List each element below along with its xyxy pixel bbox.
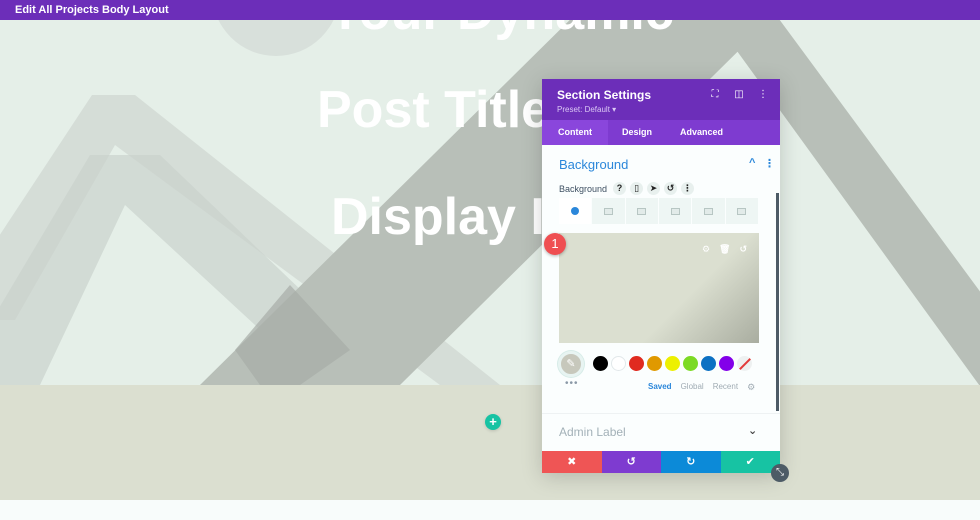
swatch-yellow[interactable] — [665, 356, 680, 371]
scrollbar[interactable] — [776, 193, 779, 411]
reset-icon[interactable]: ↺ — [664, 182, 678, 195]
modal-body: Background ^ ⋮ Background ? ▯ ➤ ↺ ⋮ ⚙ 🗑 … — [542, 145, 780, 450]
more-dots-icon[interactable]: ••• — [565, 378, 579, 389]
modal-header[interactable]: Section Settings Preset: Default ▾ ⛶ ◫ ⋮ — [542, 79, 780, 120]
tab-content[interactable]: Content — [542, 120, 608, 145]
swatch-orange[interactable] — [647, 356, 662, 371]
bg-tab-video[interactable] — [658, 198, 692, 224]
color-picker-button[interactable]: ✎ — [558, 351, 584, 377]
mask-icon — [737, 207, 747, 215]
resize-handle-icon[interactable]: ⤡ — [771, 464, 789, 482]
video-icon — [670, 207, 680, 215]
more-icon[interactable]: ⋮ — [681, 182, 695, 195]
paint-bucket-icon — [571, 207, 580, 215]
palette-tab-global[interactable]: Global — [681, 382, 704, 393]
pattern-icon — [703, 207, 713, 215]
modal-tabs: Content Design Advanced — [542, 120, 780, 145]
redo-button[interactable]: ↻ — [661, 451, 721, 473]
bg-tab-mask[interactable] — [725, 198, 758, 224]
background-field-label: Background — [559, 183, 608, 194]
swatch-purple[interactable] — [719, 356, 734, 371]
cancel-button[interactable]: ✖ — [542, 451, 602, 473]
lower-section[interactable] — [0, 385, 980, 500]
fullscreen-icon[interactable]: ⛶ — [710, 89, 720, 100]
bg-circle — [218, 20, 334, 56]
background-section-title[interactable]: Background — [559, 157, 628, 172]
palette-tabs: Saved Global Recent ⚙ — [648, 382, 755, 393]
admin-label-section[interactable]: Admin Label ⌄ — [542, 413, 780, 451]
plus-icon: + — [489, 414, 497, 429]
admin-label-title: Admin Label — [559, 425, 626, 439]
sidebar-icon[interactable]: ◫ — [734, 89, 744, 100]
add-row-button[interactable]: + — [485, 414, 501, 430]
trash-icon[interactable]: 🗑 — [719, 244, 730, 255]
hover-icon[interactable]: ➤ — [647, 182, 661, 195]
heading-line-2: Post Title — [317, 81, 551, 139]
tab-advanced[interactable]: Advanced — [666, 120, 737, 145]
layout-title: Edit All Projects Body Layout — [15, 4, 169, 16]
swatch-black[interactable] — [593, 356, 608, 371]
bg-tab-color[interactable] — [559, 198, 592, 224]
help-icon[interactable]: ? — [613, 182, 627, 195]
more-icon[interactable]: ⋮ — [758, 89, 768, 100]
undo-button[interactable]: ↺ — [601, 451, 661, 473]
swatch-blue[interactable] — [701, 356, 716, 371]
reset-icon[interactable]: ↺ — [739, 244, 747, 255]
builder-topbar: Edit All Projects Body Layout — [0, 0, 980, 20]
bg-tab-pattern[interactable] — [692, 198, 725, 224]
tab-design[interactable]: Design — [608, 120, 666, 145]
swatch-white[interactable] — [611, 356, 626, 371]
image-icon — [637, 207, 647, 215]
preset-selector[interactable]: Preset: Default ▾ — [557, 105, 765, 114]
palette-tab-recent[interactable]: Recent — [713, 382, 738, 393]
heading-line-3: Display I — [331, 188, 545, 246]
section-more-icon[interactable]: ⋮ — [764, 157, 775, 170]
palette-settings-icon[interactable]: ⚙ — [747, 382, 755, 393]
palette-tab-saved[interactable]: Saved — [648, 382, 672, 393]
heading-line-1: Your Dynamic — [328, 20, 674, 42]
bg-tab-image[interactable] — [625, 198, 658, 224]
swatch-none[interactable] — [737, 356, 752, 371]
swatch-red[interactable] — [629, 356, 644, 371]
color-swatches — [593, 356, 752, 371]
step-badge: 1 — [544, 233, 566, 255]
bg-tab-gradient[interactable] — [592, 198, 625, 224]
modal-footer: ✖ ↺ ↻ ✔ — [542, 451, 780, 473]
settings-icon[interactable]: ⚙ — [702, 244, 710, 255]
background-color-preview[interactable]: ⚙ 🗑 ↺ — [559, 233, 759, 343]
background-field-row: Background ? ▯ ➤ ↺ ⋮ — [559, 182, 695, 195]
eyedropper-icon: ✎ — [566, 358, 576, 370]
page-footer — [0, 500, 980, 520]
section-settings-modal: Section Settings Preset: Default ▾ ⛶ ◫ ⋮… — [542, 79, 780, 473]
gradient-icon — [603, 207, 613, 215]
responsive-icon[interactable]: ▯ — [630, 182, 644, 195]
chevron-down-icon[interactable]: ⌄ — [748, 424, 757, 437]
background-type-tabs — [559, 198, 759, 224]
hero-section[interactable]: Your Dynamic Post Title Display I — [0, 20, 980, 385]
swatch-green[interactable] — [683, 356, 698, 371]
chevron-up-icon[interactable]: ^ — [749, 157, 755, 169]
